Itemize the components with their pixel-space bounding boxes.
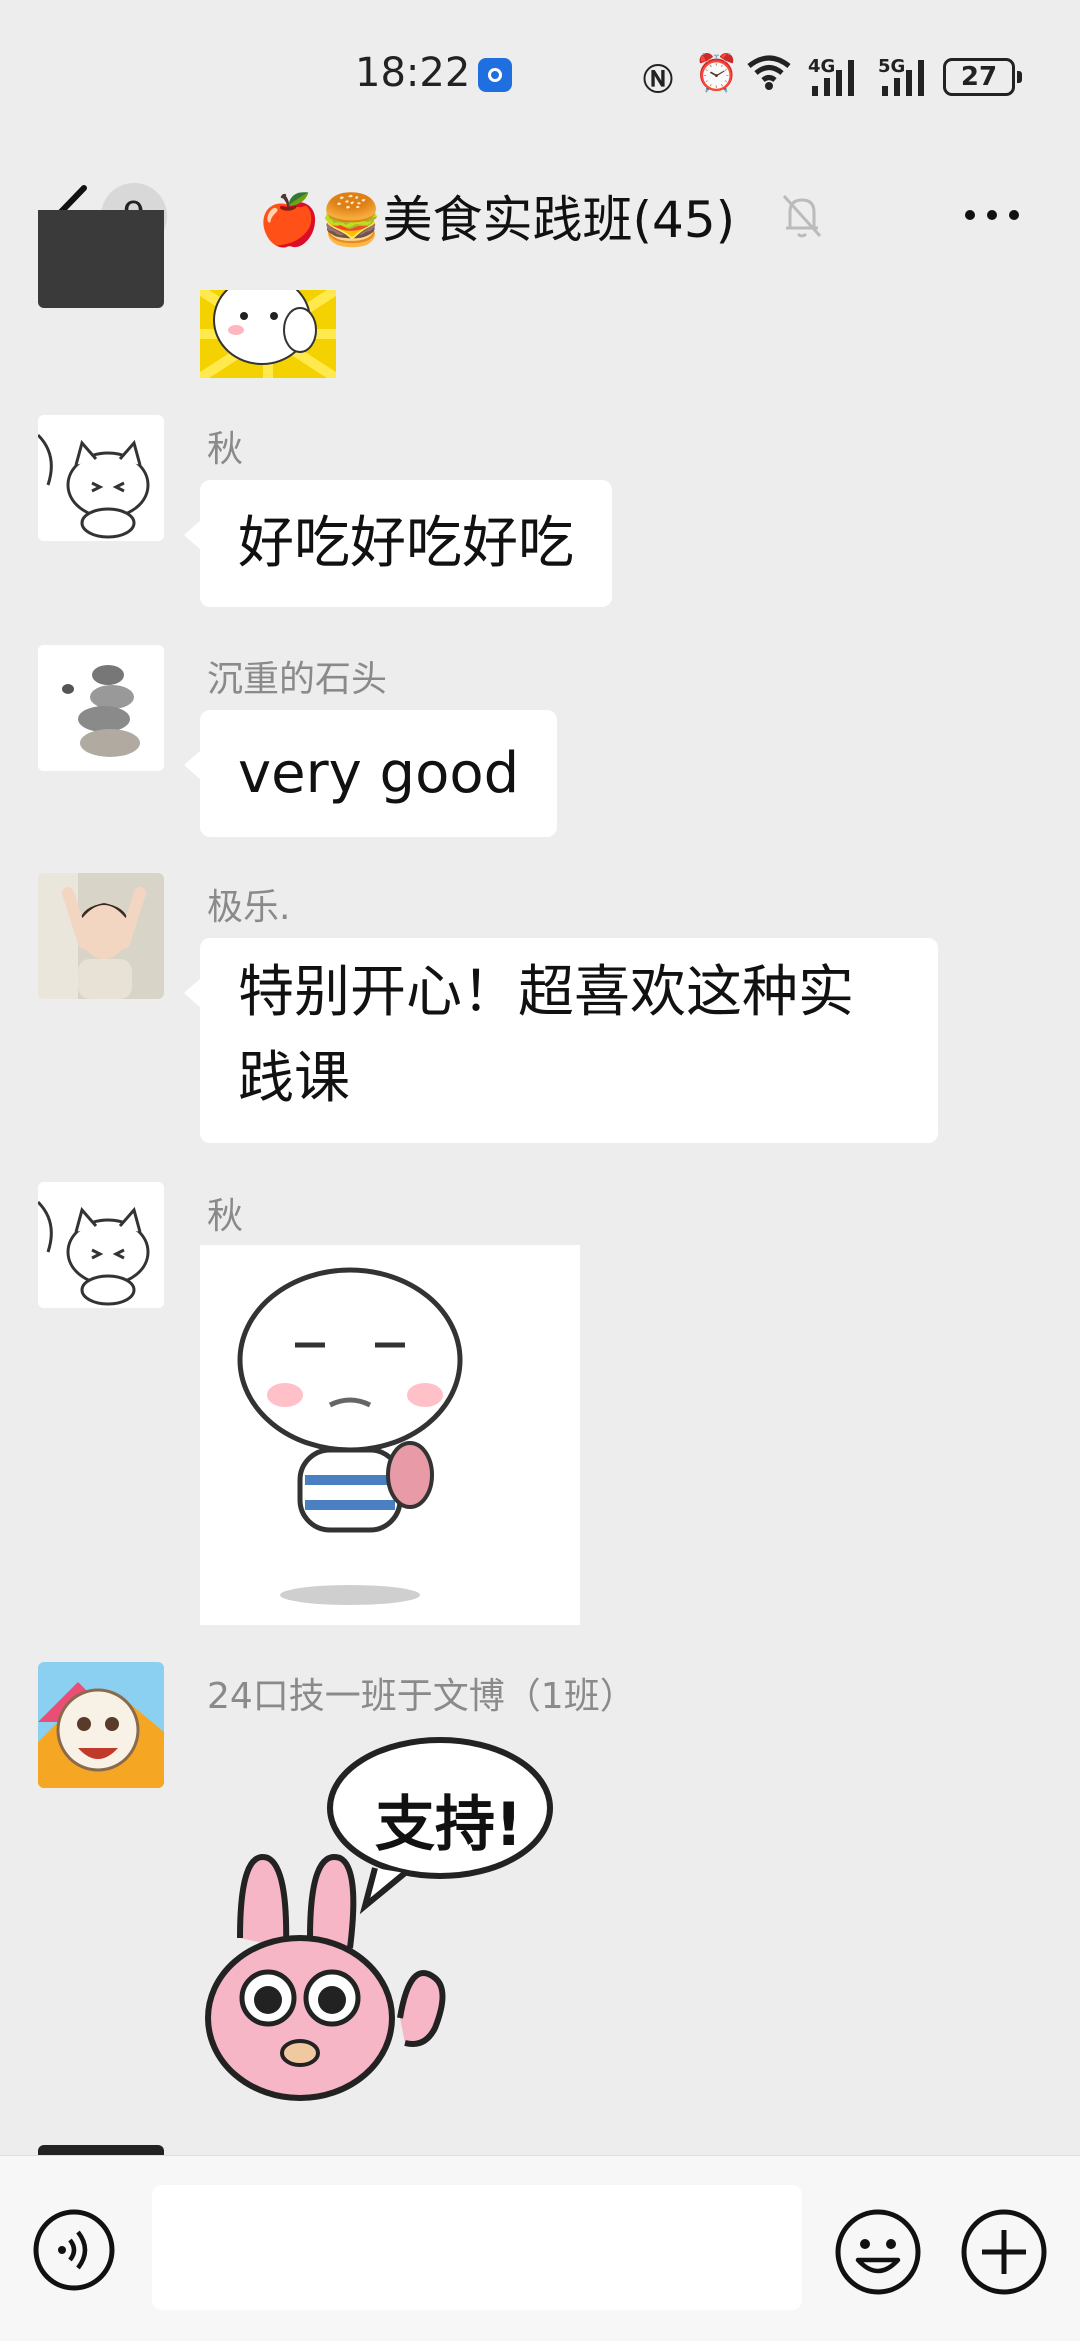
message-line: 践课 — [238, 1046, 350, 1111]
avatar[interactable] — [38, 2145, 164, 2155]
avatar[interactable] — [38, 1662, 164, 1788]
plus-icon[interactable] — [960, 2208, 1048, 2296]
message-input[interactable] — [152, 2185, 802, 2310]
message-bubble[interactable]: very good — [183, 710, 558, 837]
status-bar: 18:22 Ⓝ ⏰ 4G 5G 27 — [0, 0, 1080, 150]
nfc-icon: Ⓝ — [643, 63, 673, 98]
wifi-icon — [747, 55, 791, 90]
thumbs-up-blob-sticker[interactable] — [200, 290, 336, 378]
avatar[interactable] — [38, 210, 164, 308]
voice-icon[interactable] — [32, 2208, 116, 2292]
message-line: 特别开心！超喜欢这种实 — [238, 960, 854, 1025]
pink-bunny-support-sticker[interactable]: 支持! — [200, 1728, 580, 2108]
avatar[interactable] — [38, 645, 164, 771]
sender-name: 24口技一班于文博（1班） — [207, 1676, 636, 1717]
alarm-icon: ⏰ — [694, 53, 739, 94]
avatar[interactable] — [38, 873, 164, 999]
sender-name: 极乐. — [207, 887, 291, 928]
battery-indicator: 27 — [943, 58, 1022, 96]
avatar[interactable] — [38, 415, 164, 541]
location-icon — [478, 58, 512, 92]
status-time: 18:22 — [355, 50, 471, 96]
sticker-caption: 支持! — [375, 1790, 523, 1860]
message-bubble[interactable]: 特别开心！超喜欢这种实 践课 — [184, 938, 938, 1143]
round-face-walking-sticker[interactable] — [200, 1245, 580, 1625]
more-dots-icon[interactable] — [960, 200, 1024, 230]
sender-name: 秋 — [207, 1196, 244, 1237]
bell-muted-icon — [782, 194, 822, 238]
avatar[interactable] — [38, 1182, 164, 1308]
message-bubble[interactable]: 好吃好吃好吃 — [184, 480, 612, 607]
sender-name: 沉重的石头 — [207, 659, 388, 700]
chat-title[interactable]: 🍎🍔美食实践班(45) — [258, 180, 735, 252]
emoji-icon[interactable] — [834, 2208, 922, 2296]
sender-name: 秋 — [207, 429, 244, 470]
